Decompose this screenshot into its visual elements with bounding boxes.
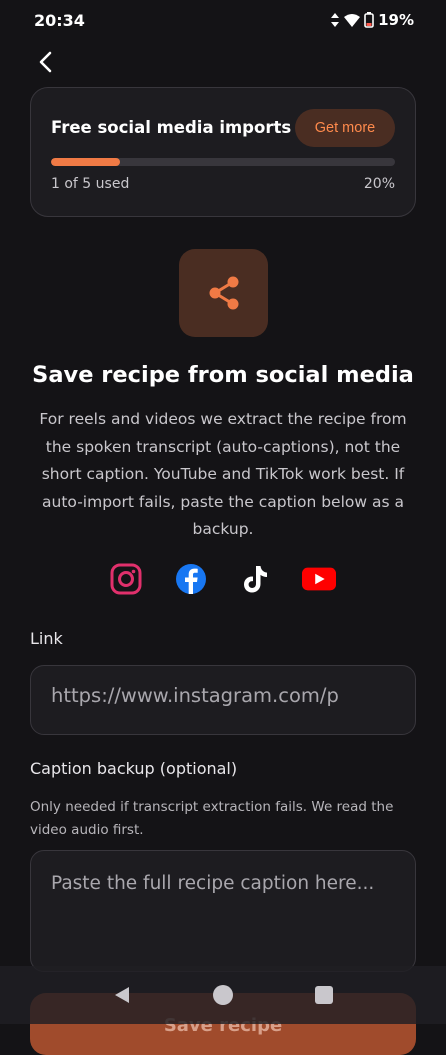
quota-progress-bar <box>51 158 395 166</box>
quota-progress-fill <box>51 158 120 166</box>
caption-placeholder: Paste the full recipe caption here... <box>51 873 375 894</box>
imports-quota-card: Free social media imports Get more 1 of … <box>30 87 416 217</box>
battery-percent: 19% <box>378 11 414 29</box>
nav-recents-button[interactable] <box>312 984 336 1006</box>
back-button[interactable] <box>32 48 60 76</box>
status-time: 20:34 <box>34 11 85 30</box>
get-more-button[interactable]: Get more <box>295 109 395 147</box>
youtube-icon <box>302 562 336 596</box>
quota-percent-text: 20% <box>363 176 395 192</box>
data-arrows-icon <box>331 13 340 27</box>
tiktok-icon <box>238 562 272 596</box>
share-icon <box>209 276 238 310</box>
caption-helper-text: Only needed if transcript extraction fai… <box>30 799 394 838</box>
status-icons: 19% <box>330 11 414 29</box>
page-title: Save recipe from social media <box>32 362 414 388</box>
triangle-back-icon <box>115 987 129 1003</box>
wifi-icon <box>344 13 361 27</box>
link-label: Link <box>30 629 63 648</box>
quota-used-text: 1 of 5 used <box>51 176 130 192</box>
facebook-icon <box>174 562 208 596</box>
square-recents-icon <box>315 986 333 1004</box>
battery-icon <box>364 12 374 28</box>
nav-back-button[interactable] <box>110 984 134 1006</box>
caption-textarea[interactable]: Paste the full recipe caption here... <box>30 850 416 972</box>
link-input-value: https://www.instagram.com/p <box>51 684 339 707</box>
nav-home-button[interactable] <box>211 984 235 1006</box>
share-icon-tile <box>179 249 268 337</box>
link-input[interactable]: https://www.instagram.com/p <box>30 665 416 735</box>
chevron-left-icon <box>39 51 52 73</box>
caption-backup-label: Caption backup (optional) <box>30 759 238 778</box>
quota-title: Free social media imports <box>51 118 292 137</box>
page-description: For reels and videos we extract the reci… <box>39 410 407 538</box>
instagram-icon <box>109 562 143 596</box>
circle-home-icon <box>213 985 233 1005</box>
